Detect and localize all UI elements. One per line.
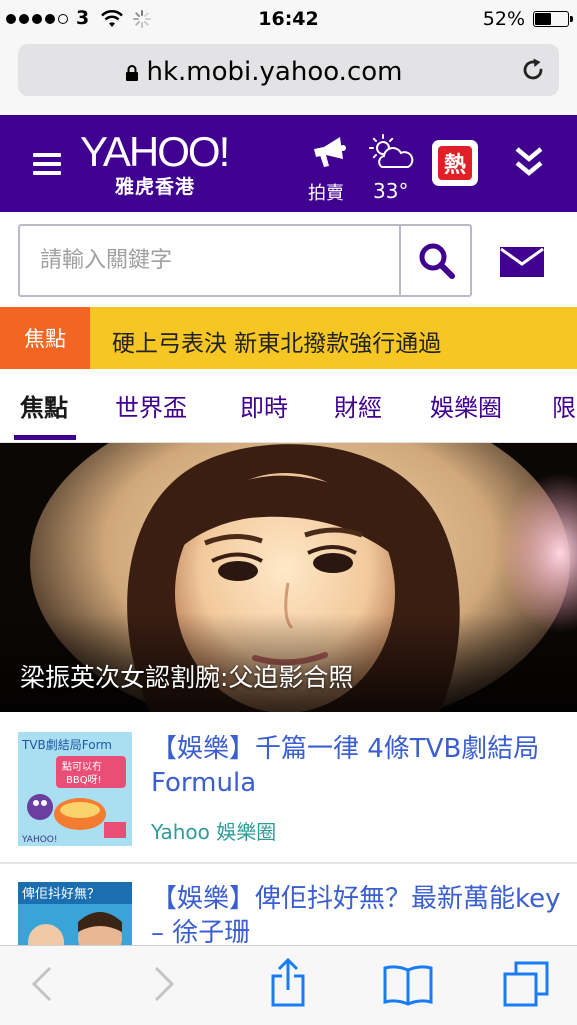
- hot-news-button[interactable]: 熱: [432, 140, 478, 186]
- back-icon[interactable]: [28, 964, 54, 1004]
- svg-text:BBQ呀!: BBQ呀!: [66, 774, 102, 786]
- browser-toolbar: [0, 945, 577, 1025]
- article-source: Yahoo 娛樂圈: [151, 820, 277, 844]
- ticker-label: 焦點: [0, 307, 90, 369]
- search-button[interactable]: [401, 226, 472, 295]
- tab-instant[interactable]: 即時: [240, 388, 288, 423]
- battery-icon: [533, 11, 573, 27]
- search-box: [18, 224, 472, 297]
- megaphone-icon[interactable]: [310, 133, 350, 173]
- article-thumbnail: 俾佢抖好無？: [18, 882, 132, 945]
- tab-more[interactable]: 限: [552, 388, 576, 423]
- tab-world-cup[interactable]: 世界盃: [115, 388, 187, 423]
- article-title[interactable]: 【娛樂】千篇一律 4條TVB劇結局Formula: [151, 732, 561, 800]
- share-icon[interactable]: [270, 958, 306, 1008]
- url-text: hk.mobi.yahoo.com: [146, 57, 403, 87]
- tab-entertainment[interactable]: 娛樂圈: [430, 388, 502, 423]
- tab-finance[interactable]: 財經: [334, 388, 382, 423]
- browser-address-area: hk.mobi.yahoo.com: [0, 38, 577, 116]
- bookmarks-icon[interactable]: [382, 964, 434, 1006]
- list-item[interactable]: TVB劇結局Form 點可以冇 BBQ呀! YAHOO! 【娛樂】千篇一律 4條…: [0, 712, 577, 864]
- forward-icon[interactable]: [152, 964, 178, 1004]
- hot-badge-label: 熱: [438, 146, 472, 180]
- address-bar[interactable]: hk.mobi.yahoo.com: [18, 44, 559, 96]
- temperature-label[interactable]: 33°: [373, 179, 408, 203]
- focus-ticker[interactable]: 焦點 硬上弓表決 新東北撥款強行通過: [0, 307, 577, 369]
- category-tabs: 焦點 世界盃 即時 財經 娛樂圈 限: [0, 370, 577, 443]
- active-tab-indicator: [14, 435, 76, 440]
- svg-text:YAHOO!: YAHOO!: [21, 835, 58, 845]
- weather-partly-cloudy-icon[interactable]: [368, 133, 414, 173]
- list-item[interactable]: 俾佢抖好無？ 【娛樂】俾佢抖好無？最新萬能key – 徐子珊: [0, 864, 577, 945]
- auction-label[interactable]: 拍賣: [308, 179, 344, 205]
- battery-percent: 52%: [482, 8, 525, 30]
- menu-icon[interactable]: [33, 153, 61, 175]
- yahoo-logo-subtitle: 雅虎香港: [115, 176, 196, 198]
- svg-text:點可以冇: 點可以冇: [62, 760, 102, 773]
- hero-story[interactable]: 梁振英次女認割腕:父迫影合照: [0, 443, 577, 712]
- reload-icon[interactable]: [519, 56, 547, 84]
- site-header: YAHOO! 雅虎香港 拍賣 33° 熱: [0, 115, 577, 212]
- article-title[interactable]: 【娛樂】俾佢抖好無？最新萬能key – 徐子珊: [151, 882, 561, 945]
- ticker-headline[interactable]: 硬上弓表決 新東北撥款強行通過: [112, 324, 441, 358]
- yahoo-logo[interactable]: YAHOO!: [80, 131, 230, 173]
- mail-icon[interactable]: [500, 247, 544, 277]
- thumb-title: 俾佢抖好無？: [22, 886, 100, 902]
- article-thumbnail: TVB劇結局Form 點可以冇 BBQ呀! YAHOO!: [18, 732, 132, 846]
- tabs-icon[interactable]: [502, 960, 550, 1008]
- hero-caption[interactable]: 梁振英次女認割腕:父迫影合照: [20, 658, 353, 694]
- search-input[interactable]: [20, 226, 399, 295]
- chevron-double-down-icon[interactable]: [513, 145, 545, 181]
- lock-icon: [125, 64, 138, 81]
- status-bar: 3 16:42 52%: [0, 0, 577, 38]
- tab-focus[interactable]: 焦點: [20, 388, 68, 423]
- search-icon: [419, 243, 455, 279]
- thumb-title: TVB劇結局Form: [21, 738, 112, 752]
